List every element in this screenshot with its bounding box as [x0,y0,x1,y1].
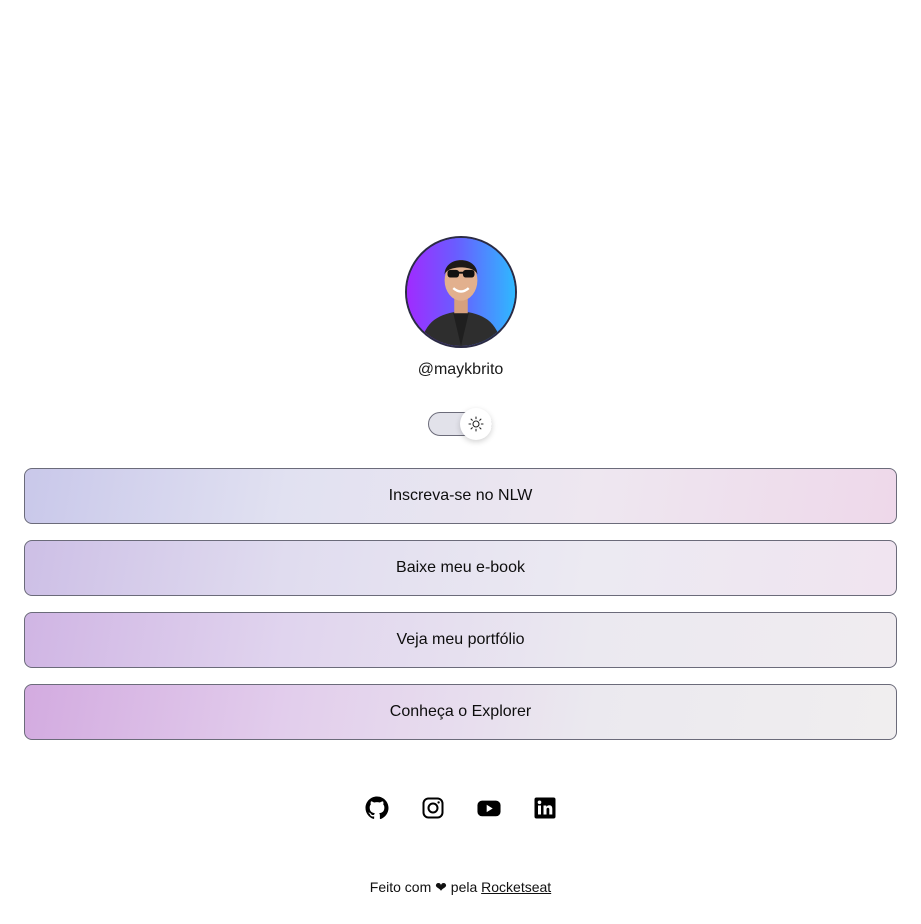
footer: Feito com ❤ pela Rocketseat [0,879,921,896]
list-item: Baixe meu e-book [24,540,897,596]
instagram-link[interactable] [421,796,445,820]
link-baixe-ebook[interactable]: Baixe meu e-book [24,540,897,596]
avatar [404,236,517,348]
linkedin-icon [534,797,555,819]
link-portfolio[interactable]: Veja meu portfólio [24,612,897,668]
links-list: Inscreva-se no NLW Baixe meu e-book Veja… [24,468,897,756]
link-explorer[interactable]: Conheça o Explorer [24,684,897,740]
instagram-icon [422,797,443,819]
profile: @maykbrito [0,236,921,380]
sun-icon [468,416,484,432]
footer-prefix: Feito com [369,879,432,895]
github-icon [365,796,388,820]
list-item: Conheça o Explorer [24,684,897,740]
theme-switch-knob[interactable] [460,408,492,440]
username: @maykbrito [417,361,504,378]
list-item: Veja meu portfólio [24,612,897,668]
list-item: Inscreva-se no NLW [24,468,897,524]
footer-middle: pela [450,879,478,895]
link-inscreva-se-nlw[interactable]: Inscreva-se no NLW [24,468,897,524]
youtube-link[interactable] [476,796,501,820]
social-links [0,796,921,820]
theme-switch[interactable] [428,408,492,440]
heart-icon: ❤ [435,879,447,895]
github-link[interactable] [365,796,389,820]
linkedin-link[interactable] [533,796,557,820]
youtube-icon [476,800,501,817]
rocketseat-link[interactable]: Rocketseat [481,879,551,895]
